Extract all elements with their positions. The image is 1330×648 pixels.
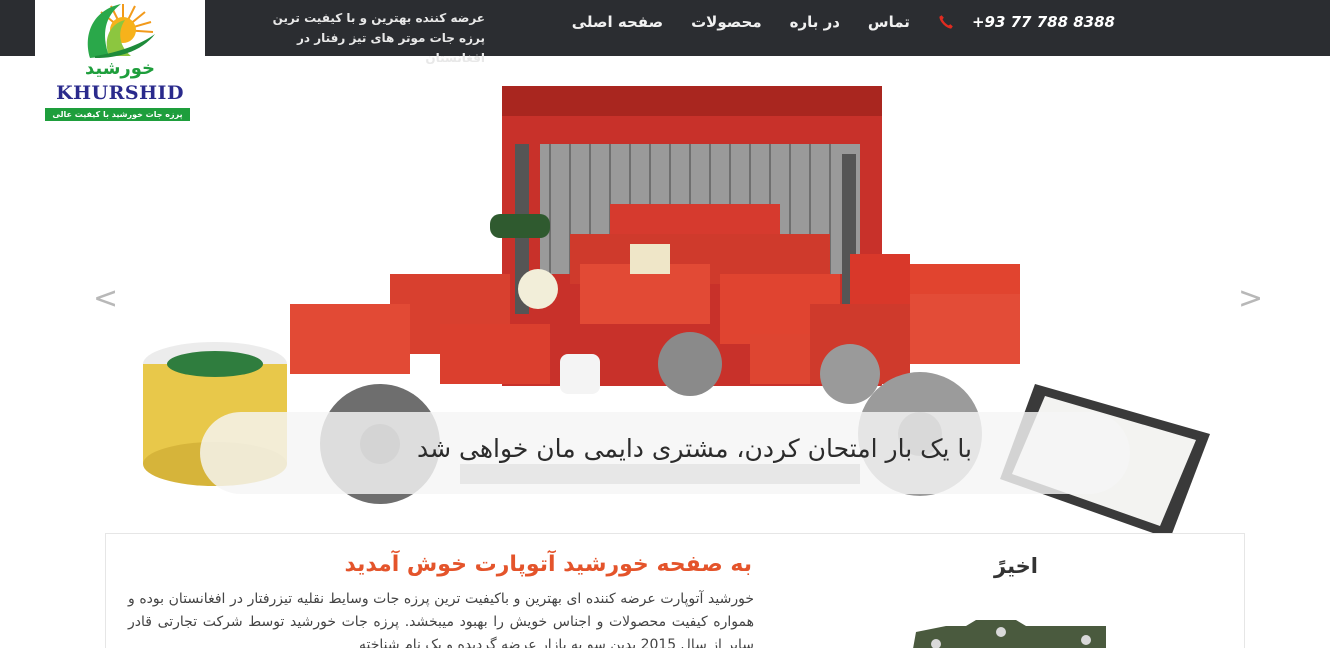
- latest-product-image[interactable]: [906, 620, 1106, 648]
- slide-caption: با یک بار امتحان کردن، مشتری دایمی مان خ…: [416, 434, 972, 463]
- welcome-text: خورشید آتوپارت عرضه کننده ای بهترین و با…: [128, 591, 754, 648]
- hero-slider: < > با یک بار امتحان کردن، مشتری دایمی م…: [0, 56, 1330, 539]
- nav-products[interactable]: محصولات: [691, 13, 762, 31]
- phone-link[interactable]: +93 77 788 8388: [938, 13, 1115, 31]
- nav-home[interactable]: صفحه اصلی: [572, 13, 663, 31]
- main-nav: صفحه اصلی محصولات در باره تماس +93 77 78…: [572, 0, 1115, 44]
- sun-leaf-icon: [87, 4, 155, 58]
- nav-about[interactable]: در باره: [790, 13, 840, 31]
- slider-prev-arrow[interactable]: <: [93, 284, 118, 314]
- welcome-title: به صفحه خورشید آتوپارت خوش آمدید: [344, 552, 752, 577]
- welcome-section: به صفحه خورشید آتوپارت خوش آمدید خورشید …: [105, 533, 1245, 648]
- nav-contact[interactable]: تماس: [868, 13, 910, 31]
- phone-number[interactable]: +93 77 788 8388: [972, 13, 1115, 31]
- phone-icon: [939, 15, 953, 29]
- tagline-line-1: عرضه کننده بهترین و با کیفیت ترین: [272, 11, 485, 25]
- slider-next-arrow[interactable]: >: [1238, 284, 1263, 314]
- latest-title: اخیرً: [994, 554, 1038, 578]
